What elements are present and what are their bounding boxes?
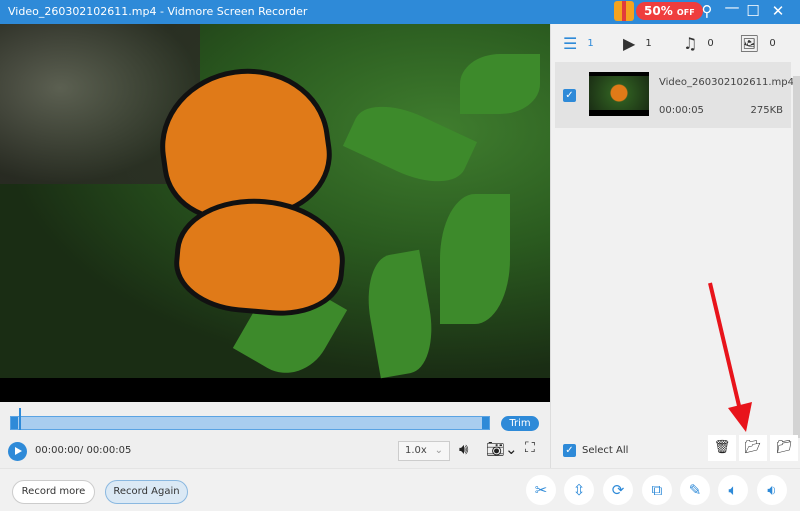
video-preview[interactable] (0, 24, 550, 402)
video-frame (0, 24, 550, 388)
trim-end-handle[interactable] (482, 417, 489, 429)
promo-badge[interactable]: 50% OFF (614, 1, 703, 21)
volume-icon[interactable]: 🔊︎ (459, 440, 468, 458)
tab-audio[interactable]: ♫ 0 (683, 34, 714, 53)
open-folder-button[interactable]: 📁︎ (770, 435, 798, 461)
scrollbar[interactable] (793, 76, 800, 438)
merge-icon[interactable]: ⧉ (642, 475, 672, 505)
scissors-icon[interactable]: ✂ (526, 475, 556, 505)
video-thumbnail (589, 72, 649, 116)
maximize-button[interactable]: ☐ (743, 2, 763, 20)
play-button[interactable] (8, 442, 27, 461)
file-panel: ☰ 1 ▶ 1 ♫ 0 🖼︎ 0 ✓ Video_260302102611.mp4 00… (550, 24, 800, 468)
audio-convert-icon[interactable]: 🔈︎ (718, 475, 748, 505)
file-list-item[interactable]: ✓ Video_260302102611.mp4 00:00:05 275KB (555, 62, 794, 128)
list-icon: ☰ (563, 34, 578, 53)
volume-boost-icon[interactable]: 🔉︎ (757, 475, 787, 505)
title-bar: Video_260302102611.mp4 - Vidmore Screen … (0, 0, 800, 24)
tab-count: 1 (645, 38, 652, 49)
trim-start-handle[interactable] (11, 417, 18, 429)
bottom-toolbar: Record more Record Again ✂ ⇳ ⟳ ⧉ ✎ 🔈︎ 🔉︎ (0, 468, 800, 511)
move-folder-button[interactable]: 📂︎ (739, 435, 767, 461)
promo-text: 50% (644, 4, 673, 18)
select-all-checkbox[interactable]: ✓ (563, 444, 576, 457)
select-all[interactable]: ✓ Select All (563, 444, 628, 457)
edit-icon[interactable]: ✎ (680, 475, 710, 505)
fullscreen-icon[interactable]: ⛶ (525, 440, 535, 456)
tab-video[interactable]: ▶ 1 (623, 34, 652, 53)
playhead[interactable] (19, 408, 21, 430)
promo-suffix: OFF (676, 8, 695, 17)
convert-icon[interactable]: ⟳ (603, 475, 633, 505)
music-icon: ♫ (683, 34, 698, 53)
tab-count: 1 (587, 38, 594, 49)
tab-image[interactable]: 🖼︎ 0 (739, 34, 776, 53)
file-duration: 00:00:05 (659, 105, 704, 116)
file-name: Video_260302102611.mp4 (659, 77, 794, 88)
speed-value: 1.0x (405, 445, 427, 456)
record-again-button[interactable]: Record Again (105, 480, 188, 504)
speed-select[interactable]: 1.0x ⌄ (398, 441, 450, 461)
compress-icon[interactable]: ⇳ (564, 475, 594, 505)
close-button[interactable]: ✕ (768, 2, 788, 20)
tab-count: 0 (707, 38, 714, 49)
video-icon: ▶ (623, 34, 636, 53)
file-checkbox[interactable]: ✓ (563, 89, 576, 102)
player-controls: Trim 00:00:00/ 00:00:05 1.0x ⌄ 🔊︎ 📷︎⌄ ⛶ (0, 402, 550, 468)
record-more-button[interactable]: Record more (12, 480, 95, 504)
image-icon: 🖼︎ (739, 34, 760, 53)
minimize-button[interactable]: — (722, 0, 742, 16)
file-size: 275KB (750, 105, 783, 116)
time-display: 00:00:00/ 00:00:05 (35, 445, 132, 456)
tab-all[interactable]: ☰ 1 (563, 34, 594, 53)
delete-button[interactable]: 🗑︎ (708, 435, 736, 461)
camera-icon[interactable]: 📷︎⌄ (486, 440, 518, 458)
select-all-label: Select All (582, 445, 629, 456)
gift-icon (614, 1, 634, 21)
window-title: Video_260302102611.mp4 - Vidmore Screen … (8, 5, 308, 18)
timeline-track[interactable] (10, 416, 490, 430)
tab-count: 0 (769, 38, 776, 49)
media-tabs: ☰ 1 ▶ 1 ♫ 0 🖼︎ 0 (551, 24, 800, 62)
trim-button[interactable]: Trim (501, 416, 539, 431)
key-icon[interactable]: ⚲ (697, 2, 717, 20)
